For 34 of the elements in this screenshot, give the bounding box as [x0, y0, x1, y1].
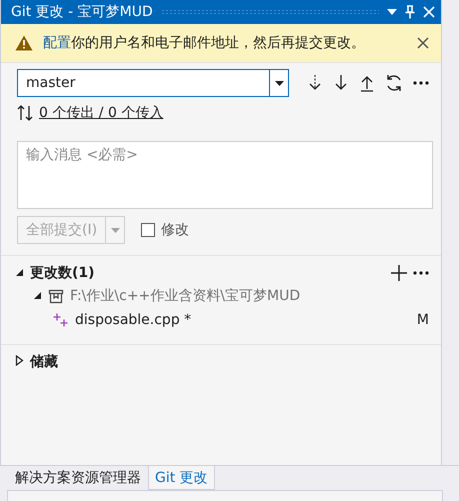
- pull-icon[interactable]: [333, 74, 349, 92]
- file-status: M: [416, 312, 429, 328]
- more-icon[interactable]: [413, 271, 429, 275]
- window-title: Git 更改 - 宝可梦MUD: [11, 3, 153, 21]
- caret-icon: [274, 80, 284, 86]
- outgoing-incoming-link[interactable]: 0 个传出 / 0 个传入: [39, 104, 164, 122]
- fetch-icon[interactable]: [307, 74, 323, 92]
- branch-dropdown[interactable]: master: [17, 69, 289, 97]
- add-icon[interactable]: [391, 265, 407, 281]
- expanded-arrow-icon[interactable]: [15, 268, 24, 277]
- push-icon[interactable]: [359, 74, 375, 92]
- amend-label: 修改: [161, 221, 190, 239]
- amend-checkbox[interactable]: [141, 223, 156, 237]
- close-icon[interactable]: [417, 37, 429, 49]
- outgoing-incoming-icon: [17, 105, 33, 121]
- file-name[interactable]: disposable.cpp *: [75, 312, 192, 328]
- expanded-arrow-icon[interactable]: [33, 291, 42, 300]
- pin-icon[interactable]: [405, 5, 415, 19]
- section-title[interactable]: 更改数(1): [30, 264, 95, 282]
- panel-tab[interactable]: 解决方案资源管理器: [8, 466, 148, 490]
- commit-message-field[interactable]: 输入消息 <必需>: [17, 141, 433, 209]
- repository-icon: [48, 288, 64, 304]
- configure-link[interactable]: 配置: [43, 35, 71, 51]
- repository-path[interactable]: F:\作业\c++作业含资料\宝可梦MUD: [70, 287, 300, 305]
- added-file-icon: [53, 313, 69, 327]
- dropdown-icon[interactable]: [387, 9, 397, 15]
- info-message: 配置你的用户名和电子邮件地址，然后再提交更改。: [43, 34, 365, 52]
- warning-icon: [15, 35, 33, 51]
- section-title[interactable]: 储藏: [30, 353, 58, 371]
- more-icon[interactable]: [413, 81, 429, 85]
- caret-icon: [110, 228, 120, 232]
- collapsed-arrow-icon[interactable]: [15, 355, 24, 366]
- panel-tab[interactable]: Git 更改: [148, 466, 215, 490]
- sync-icon[interactable]: [385, 74, 403, 92]
